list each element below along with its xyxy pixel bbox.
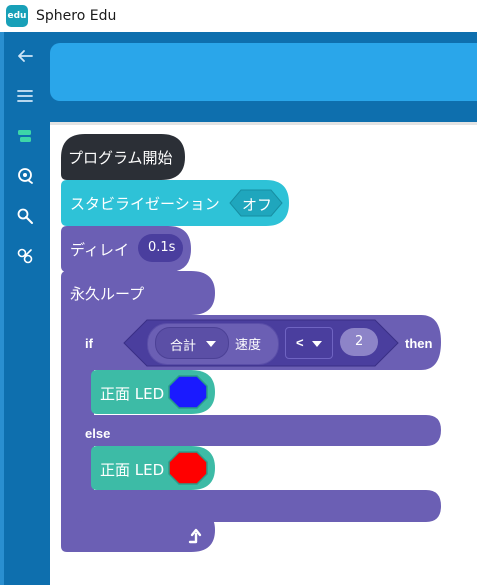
loop-label: 永久ループ (70, 285, 145, 303)
else-label: else (85, 426, 111, 441)
title-bar: edu Sphero Edu (0, 0, 477, 32)
then-label: then (405, 336, 433, 351)
arrow-left-icon (18, 50, 33, 62)
stabilization-label: スタビライゼーション (70, 195, 220, 213)
delay-value-field[interactable]: 0.1s (138, 234, 183, 262)
sensor-dropdown[interactable]: 合計 (155, 327, 229, 359)
sidebar-item-sensors[interactable] (13, 164, 37, 188)
loop-return-arrow-icon (188, 528, 202, 544)
led-color-picker-false[interactable] (168, 451, 208, 485)
if-label: if (85, 336, 93, 351)
sidebar-item-extensions[interactable] (13, 244, 37, 268)
stabilization-value: オフ (242, 196, 273, 214)
blocks-icon (18, 130, 31, 142)
sensor-suffix: 速度 (235, 338, 262, 353)
chevron-down-icon (206, 341, 216, 347)
canvas-divider (50, 122, 477, 125)
loop-return-button[interactable] (186, 527, 204, 545)
stabilization-dropdown[interactable]: オフ (229, 189, 283, 217)
menu-button[interactable] (13, 84, 37, 108)
back-button[interactable] (13, 44, 37, 68)
front-led-label-false: 正面 LED (100, 461, 165, 479)
delay-label: ディレイ (70, 241, 129, 259)
delay-value: 0.1s (148, 240, 176, 255)
led-color-picker-true[interactable] (168, 375, 208, 409)
sidebar-edge (0, 32, 4, 585)
chevron-down-icon (312, 341, 322, 347)
compare-value: 2 (355, 334, 364, 349)
app-title: Sphero Edu (36, 8, 117, 24)
program-start-label: プログラム開始 (68, 149, 173, 167)
sensor-icon (18, 168, 33, 184)
puzzle-icon (17, 248, 33, 264)
operator-dropdown[interactable]: < (285, 327, 333, 359)
wrench-icon (17, 208, 33, 224)
sidebar-item-blocks[interactable] (13, 124, 37, 148)
header-bar (50, 43, 477, 101)
hamburger-menu-icon (17, 90, 33, 102)
app-logo: edu (6, 5, 28, 27)
sensor-dropdown-value: 合計 (170, 339, 197, 354)
sidebar-item-tools[interactable] (13, 204, 37, 228)
sidebar (0, 32, 50, 585)
operator-value: < (296, 335, 304, 350)
compare-value-field[interactable]: 2 (340, 328, 378, 356)
front-led-label-true: 正面 LED (100, 385, 165, 403)
